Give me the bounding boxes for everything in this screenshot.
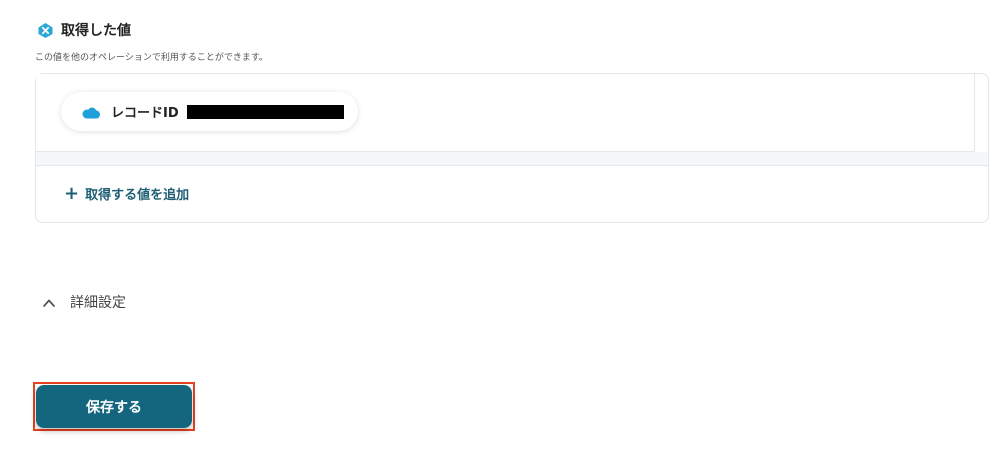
chevron-up-icon [42, 295, 56, 309]
section-header: 取得した値 [37, 20, 131, 40]
add-value-label: 取得する値を追加 [85, 188, 190, 203]
section-description: この値を他のオペレーションで利用することができます。 [35, 53, 268, 63]
x-badge-icon [37, 22, 54, 39]
plus-icon: + [64, 182, 80, 204]
value-chip-label: レコードID [111, 106, 179, 121]
value-chip-record-id[interactable]: レコードID [61, 92, 358, 131]
retrieved-values-card: レコードID + 取得する値を追加 [35, 73, 989, 223]
advanced-settings-label: 詳細設定 [70, 295, 126, 311]
save-button[interactable]: 保存する [36, 385, 192, 428]
add-value-button[interactable]: + 取得する値を追加 [64, 184, 189, 203]
salesforce-cloud-icon [81, 105, 101, 119]
section-title: 取得した値 [61, 23, 131, 39]
values-list: レコードID [36, 74, 975, 152]
redacted-value [186, 104, 344, 119]
values-divider [36, 152, 988, 166]
advanced-settings-toggle[interactable]: 詳細設定 [42, 292, 126, 312]
